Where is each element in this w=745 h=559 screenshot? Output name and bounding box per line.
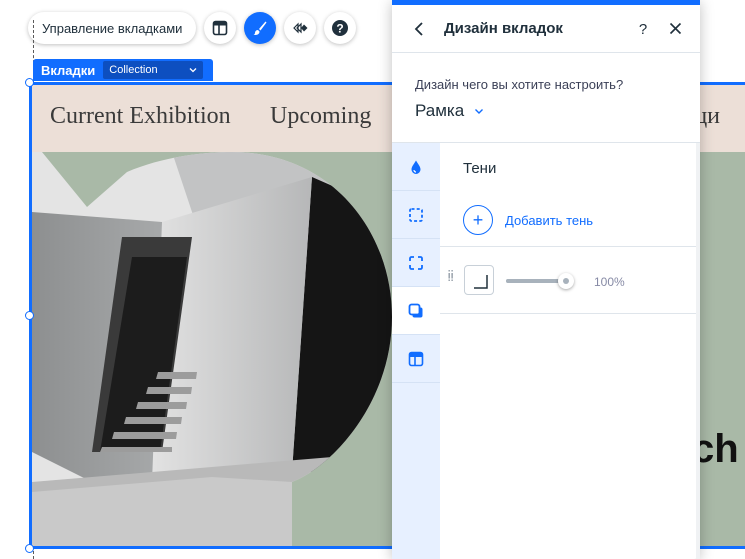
help-button[interactable]: ? xyxy=(324,12,357,44)
panel-help-button[interactable]: ? xyxy=(632,18,654,40)
border-icon xyxy=(409,207,423,222)
animation-button[interactable] xyxy=(284,12,317,44)
svg-text:?: ? xyxy=(639,21,647,37)
rail-shadow[interactable] xyxy=(392,287,440,335)
panel-scrollbar[interactable] xyxy=(696,143,700,559)
section-title: Тени xyxy=(463,160,497,177)
exhibition-image xyxy=(32,152,392,546)
collection-dropdown[interactable]: Collection xyxy=(103,61,204,79)
add-shadow-label: Добавить тень xyxy=(505,212,594,228)
animation-icon xyxy=(293,22,308,34)
resize-handle-top-left[interactable] xyxy=(25,78,34,87)
shadow-preview-swatch[interactable] xyxy=(464,265,494,295)
layout-icon xyxy=(408,351,424,366)
svg-text:?: ? xyxy=(337,22,344,36)
resize-handle-left[interactable] xyxy=(25,311,34,320)
design-button[interactable] xyxy=(244,12,277,44)
tab-upcoming[interactable]: Upcoming xyxy=(270,103,371,130)
question-icon: ? xyxy=(639,21,647,37)
panel-close-button[interactable] xyxy=(664,18,686,40)
panel-header: Дизайн вкладок ? xyxy=(392,5,700,53)
design-question: Дизайн чего вы хотите настроить? xyxy=(415,77,624,92)
close-icon xyxy=(669,22,681,35)
slider-knob[interactable] xyxy=(558,273,574,289)
divider xyxy=(440,313,696,314)
chevron-down-icon xyxy=(475,108,484,114)
design-target-dropdown[interactable]: Рамка xyxy=(415,101,484,121)
floating-toolbar: Управление вкладками ? xyxy=(28,12,357,44)
rail-corners[interactable] xyxy=(392,239,440,287)
shadow-opacity-slider[interactable] xyxy=(506,273,574,289)
drag-handle-icon[interactable]: ⠿ ⠿ xyxy=(447,271,454,285)
shadow-icon xyxy=(408,303,423,317)
element-name: Вкладки xyxy=(41,62,96,78)
design-category-rail xyxy=(392,143,440,559)
chevron-down-icon xyxy=(189,68,197,73)
rail-border[interactable] xyxy=(392,191,440,239)
rail-fill[interactable] xyxy=(392,143,440,191)
shadow-opacity-value: 100% xyxy=(594,275,625,289)
collection-dropdown-value: Collection xyxy=(109,64,158,76)
design-target-value: Рамка xyxy=(415,101,465,120)
layout-icon xyxy=(213,20,228,36)
add-shadow-button[interactable]: + Добавить тень xyxy=(463,205,593,235)
plus-icon: + xyxy=(463,205,493,235)
manage-tabs-button[interactable]: Управление вкладками xyxy=(28,12,197,44)
rail-layout[interactable] xyxy=(392,335,440,383)
panel-title: Дизайн вкладок xyxy=(444,20,563,37)
layout-button[interactable] xyxy=(204,12,237,44)
back-button[interactable] xyxy=(408,18,430,40)
brush-icon xyxy=(253,21,267,35)
fill-icon xyxy=(411,160,421,174)
tabs-design-panel: Дизайн вкладок ? Дизайн чего вы хотите н… xyxy=(392,0,700,559)
element-label[interactable]: Вкладки Collection xyxy=(33,59,213,81)
chevron-left-icon xyxy=(414,21,423,36)
shadow-item: ⠿ ⠿ 100% xyxy=(440,247,696,313)
tab-current-exhibition[interactable]: Current Exhibition xyxy=(50,103,231,130)
help-icon: ? xyxy=(332,20,349,36)
corners-icon xyxy=(409,255,423,270)
resize-handle-bottom-left[interactable] xyxy=(25,544,34,553)
